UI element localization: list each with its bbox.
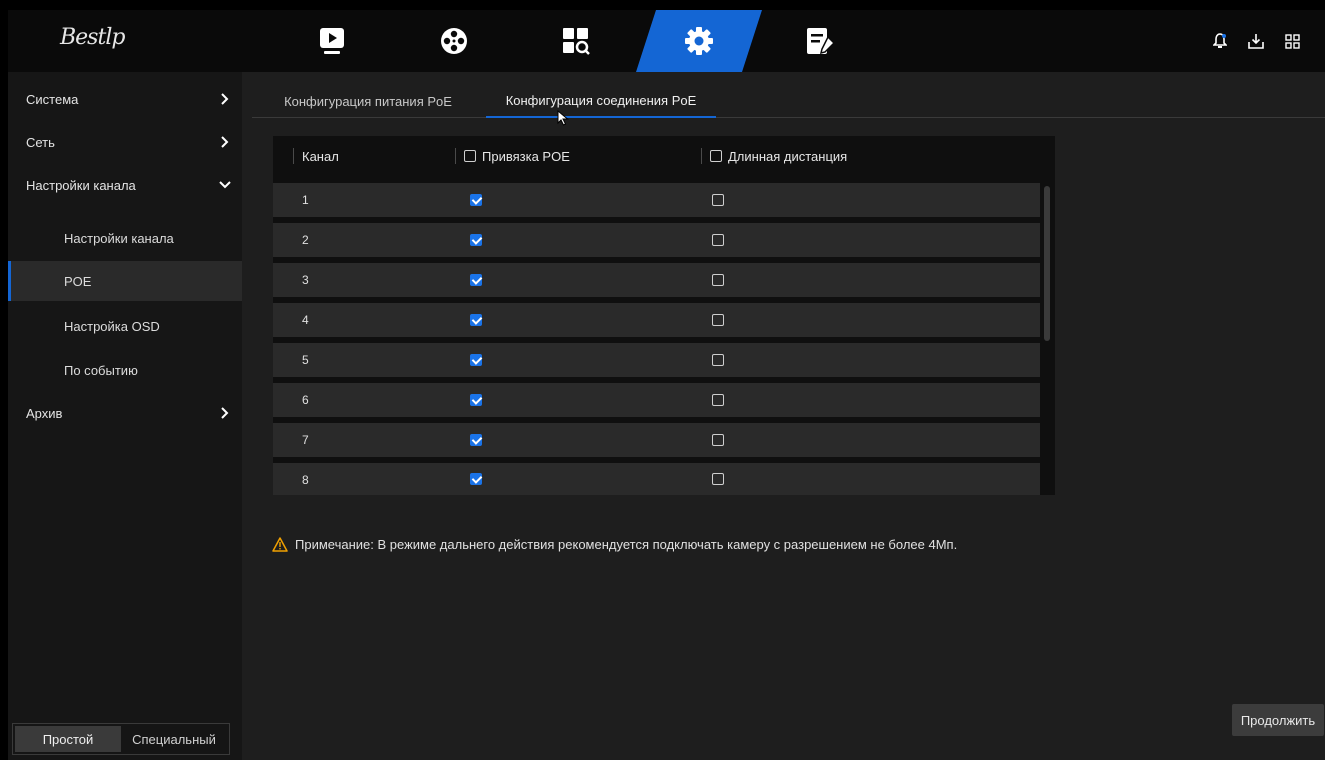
continue-button[interactable]: Продолжить bbox=[1232, 704, 1324, 736]
channel-number: 7 bbox=[302, 433, 309, 447]
long-distance-checkbox[interactable] bbox=[712, 434, 724, 446]
poe-binding-checkbox[interactable] bbox=[470, 394, 482, 406]
table-row: 3 bbox=[273, 263, 1040, 297]
search-nav-button[interactable] bbox=[541, 10, 611, 72]
table-row: 7 bbox=[273, 423, 1040, 457]
sidebar-item-system[interactable]: Система bbox=[8, 79, 242, 119]
table-row: 2 bbox=[273, 223, 1040, 257]
alarm-button[interactable] bbox=[1211, 32, 1229, 50]
sidebar-item-channel-settings[interactable]: Настройки канала bbox=[8, 165, 242, 205]
chevron-down-icon bbox=[219, 181, 231, 189]
chevron-right-icon bbox=[221, 407, 229, 419]
select-all-long-distance-checkbox[interactable] bbox=[710, 150, 722, 162]
poe-binding-checkbox[interactable] bbox=[470, 434, 482, 446]
table-row: 6 bbox=[273, 383, 1040, 417]
sidebar-item-label: По событию bbox=[64, 362, 138, 378]
chevron-right-icon bbox=[221, 93, 229, 105]
poe-connection-table: Канал Привязка POE Длинная дистанция 1 2… bbox=[273, 136, 1055, 495]
column-header-label: Длинная дистанция bbox=[728, 148, 848, 164]
long-distance-checkbox[interactable] bbox=[712, 314, 724, 326]
sidebar-item-label: Сеть bbox=[26, 134, 55, 150]
sidebar-subitem-poe[interactable]: POE bbox=[8, 261, 242, 301]
tab-poe-connection-config[interactable]: Конфигурация соединения PoE bbox=[486, 84, 716, 118]
film-reel-icon bbox=[441, 28, 467, 54]
long-range-note: Примечание: В режиме дальнего действия р… bbox=[272, 537, 957, 552]
gear-icon bbox=[685, 27, 713, 55]
select-all-poe-checkbox[interactable] bbox=[464, 150, 476, 162]
maintenance-icon bbox=[807, 28, 836, 55]
search-image-icon bbox=[563, 28, 590, 55]
sidebar-subitem-osd[interactable]: Настройка OSD bbox=[8, 306, 242, 346]
long-distance-checkbox[interactable] bbox=[712, 473, 724, 485]
channel-number: 4 bbox=[302, 313, 309, 327]
tab-bar: Конфигурация питания PoE Конфигурация со… bbox=[252, 84, 1325, 118]
long-distance-checkbox[interactable] bbox=[712, 234, 724, 246]
poe-binding-checkbox[interactable] bbox=[470, 234, 482, 246]
sidebar-subitem-event[interactable]: По событию bbox=[8, 350, 242, 390]
ai-nav-button[interactable] bbox=[419, 10, 489, 72]
sidebar-item-network[interactable]: Сеть bbox=[8, 122, 242, 162]
channel-number: 1 bbox=[302, 193, 309, 207]
mouse-cursor-icon bbox=[557, 110, 569, 126]
app-window: Bestlp Система Сеть Настройки канала Нас… bbox=[8, 10, 1325, 760]
mode-switch: Простой Специальный bbox=[12, 723, 230, 755]
long-distance-checkbox[interactable] bbox=[712, 194, 724, 206]
sidebar-item-label: Настройки канала bbox=[26, 177, 136, 193]
table-row: 8 bbox=[273, 463, 1040, 495]
special-mode-button[interactable]: Специальный bbox=[121, 726, 227, 752]
poe-binding-checkbox[interactable] bbox=[470, 314, 482, 326]
poe-binding-checkbox[interactable] bbox=[470, 473, 482, 485]
playback-nav-button[interactable] bbox=[297, 10, 367, 72]
channel-number: 2 bbox=[302, 233, 309, 247]
simple-mode-button[interactable]: Простой bbox=[15, 726, 121, 752]
playback-icon bbox=[320, 28, 344, 54]
column-header-poe-binding: Привязка POE bbox=[455, 148, 570, 164]
download-icon bbox=[1248, 34, 1264, 49]
long-distance-checkbox[interactable] bbox=[712, 354, 724, 366]
sidebar-item-label: Архив bbox=[26, 405, 63, 421]
sidebar-item-label: Система bbox=[26, 91, 79, 107]
sidebar-item-label: Настройка OSD bbox=[64, 318, 160, 334]
multiview-button[interactable] bbox=[1283, 32, 1301, 50]
top-navigation-bar: Bestlp bbox=[8, 10, 1325, 72]
grid-icon bbox=[1284, 33, 1300, 49]
table-row: 5 bbox=[273, 343, 1040, 377]
table-row: 4 bbox=[273, 303, 1040, 337]
table-header: Канал Привязка POE Длинная дистанция bbox=[273, 136, 1055, 176]
alarm-bell-icon bbox=[1213, 33, 1227, 48]
column-header-long-distance: Длинная дистанция bbox=[701, 148, 847, 164]
scrollbar-thumb[interactable] bbox=[1044, 186, 1050, 341]
channel-number: 6 bbox=[302, 393, 309, 407]
channel-number: 8 bbox=[302, 473, 309, 487]
long-distance-checkbox[interactable] bbox=[712, 394, 724, 406]
settings-nav-button[interactable] bbox=[664, 10, 734, 72]
sidebar-item-label: Настройки канала bbox=[64, 230, 174, 246]
long-distance-checkbox[interactable] bbox=[712, 274, 724, 286]
note-text: Примечание: В режиме дальнего действия р… bbox=[295, 537, 958, 552]
sidebar-item-label: POE bbox=[64, 273, 92, 289]
channel-number: 3 bbox=[302, 273, 309, 287]
download-button[interactable] bbox=[1247, 32, 1265, 50]
brand-logo: Bestlp bbox=[60, 25, 125, 50]
chevron-right-icon bbox=[221, 136, 229, 148]
maintenance-nav-button[interactable] bbox=[786, 10, 856, 72]
sidebar-subitem-channel-settings[interactable]: Настройки канала bbox=[8, 218, 242, 258]
poe-binding-checkbox[interactable] bbox=[470, 274, 482, 286]
warning-icon bbox=[272, 537, 288, 552]
poe-binding-checkbox[interactable] bbox=[470, 194, 482, 206]
column-header-label: Привязка POE bbox=[482, 148, 570, 164]
sidebar: Система Сеть Настройки канала Настройки … bbox=[8, 72, 242, 760]
column-header-channel: Канал bbox=[293, 148, 339, 164]
channel-number: 5 bbox=[302, 353, 309, 367]
tab-poe-power-config[interactable]: Конфигурация питания PoE bbox=[252, 84, 484, 118]
table-row: 1 bbox=[273, 183, 1040, 217]
poe-binding-checkbox[interactable] bbox=[470, 354, 482, 366]
sidebar-item-archive[interactable]: Архив bbox=[8, 393, 242, 433]
